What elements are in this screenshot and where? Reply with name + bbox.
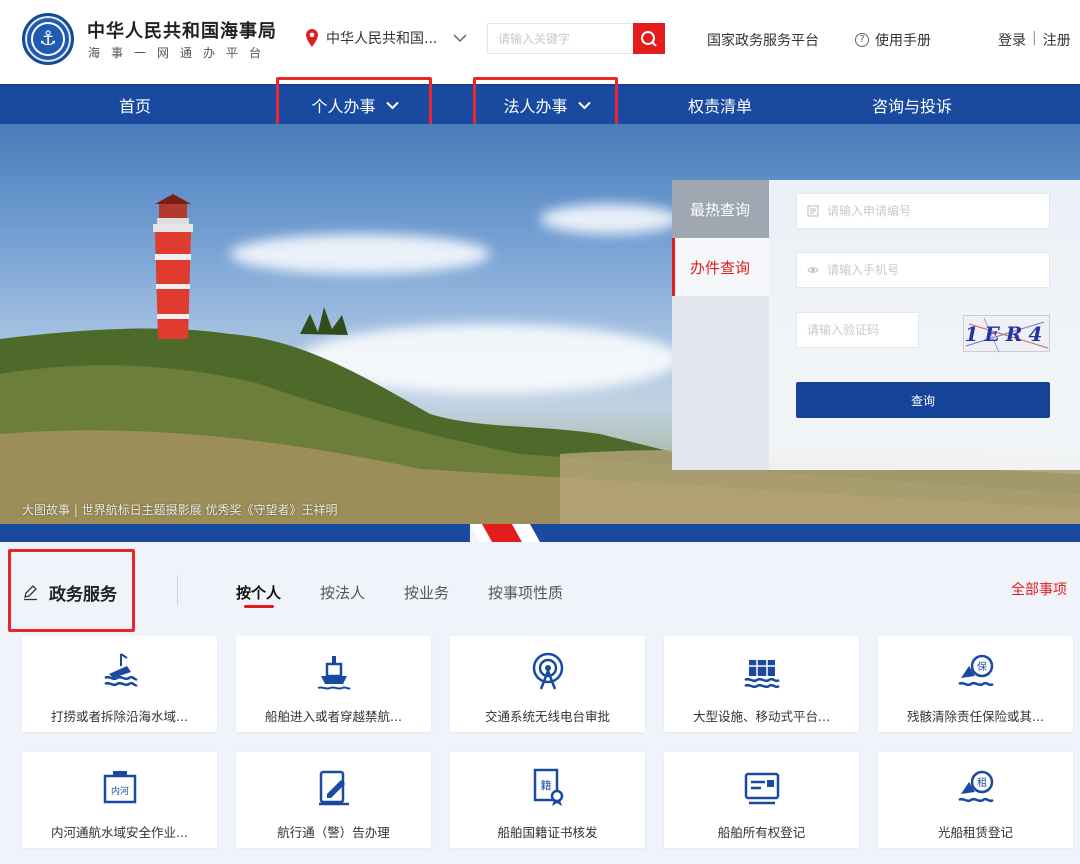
radio-station-icon: [532, 652, 564, 690]
service-card-label: 大型设施、移动式平台...: [693, 709, 830, 724]
service-card[interactable]: 保 残骸清除责任保险或其...: [878, 636, 1073, 732]
lighthouse-image: [153, 194, 193, 339]
document-icon: [807, 205, 819, 217]
service-card-label: 光船租赁登记: [937, 825, 1013, 840]
tab-by-business[interactable]: 按业务: [404, 582, 449, 603]
tab-by-legal-person[interactable]: 按法人: [320, 582, 365, 603]
svg-text:内河: 内河: [111, 785, 129, 797]
anchor-icon: ⚓: [39, 26, 57, 50]
service-card[interactable]: 内河 内河通航水域安全作业...: [22, 752, 217, 848]
location-selector[interactable]: 中华人民共和国...: [306, 26, 467, 50]
help-icon: ?: [855, 33, 869, 47]
application-no-field: [796, 193, 1050, 229]
eye-icon: [807, 267, 819, 273]
highlight-box-services: [8, 549, 135, 632]
search-icon: [641, 30, 657, 47]
platform-icon: [744, 660, 780, 689]
decorative-stripe-graphic: [0, 524, 1080, 542]
gov-platform-link[interactable]: 国家政务服务平台: [707, 30, 819, 50]
service-card-label: 船舶进入或者穿越禁航...: [265, 709, 402, 724]
captcha-input[interactable]: [807, 323, 918, 337]
location-pin-icon: [306, 29, 318, 47]
svg-text:保: 保: [977, 660, 987, 673]
search-box: [487, 23, 665, 54]
captcha-field: [796, 312, 919, 348]
service-card[interactable]: 船舶所有权登记: [664, 752, 859, 848]
tab-hot-query[interactable]: 最热查询: [672, 180, 769, 238]
nav-responsibility-label: 权责清单: [687, 97, 752, 116]
certificate-icon: 籍: [533, 768, 564, 806]
service-card-label: 船舶国籍证书核发: [497, 825, 598, 840]
tab-hot-query-label: 最热查询: [690, 200, 751, 219]
top-header: ⚓ 中华人民共和国海事局 海事一网通办平台 中华人民共和国... 国家政务服务平…: [0, 0, 1080, 84]
insurance-icon: 保: [958, 654, 994, 687]
service-card[interactable]: 交通系统无线电台审批: [450, 636, 645, 732]
login-link[interactable]: 登录: [998, 30, 1026, 50]
tab-by-individual[interactable]: 按个人: [236, 582, 281, 603]
phone-input[interactable]: [827, 263, 1049, 277]
service-card-label: 船舶所有权登记: [717, 825, 806, 840]
service-card[interactable]: 租 光船租赁登记: [878, 752, 1073, 848]
svg-text:籍: 籍: [541, 778, 552, 792]
query-button[interactable]: 查询: [796, 382, 1050, 418]
active-tab-underline: [244, 605, 274, 608]
service-card[interactable]: 籍 船舶国籍证书核发: [450, 752, 645, 848]
service-card[interactable]: 航行通（警）告办理: [236, 752, 431, 848]
auth-separator: |: [1032, 30, 1037, 46]
nav-home-label: 首页: [118, 97, 151, 116]
service-card-label: 残骸清除责任保险或其...: [907, 709, 1044, 724]
inland-river-icon: 内河: [103, 771, 137, 804]
nav-responsibility-list[interactable]: 权责清单: [625, 86, 815, 124]
service-card-label: 内河通航水域安全作业...: [51, 825, 188, 840]
services-divider: [177, 575, 178, 605]
ship-icon: [317, 656, 351, 690]
msa-logo[interactable]: ⚓: [22, 13, 74, 65]
service-card[interactable]: 打捞或者拆除沿海水域...: [22, 636, 217, 732]
query-tabs: 最热查询 办件查询: [672, 180, 769, 470]
nav-consult-complaint[interactable]: 咨询与投诉: [817, 86, 1007, 124]
register-link[interactable]: 注册: [1043, 30, 1071, 50]
brand-title: 中华人民共和国海事局: [87, 21, 277, 42]
brand-subtitle: 海事一网通办平台: [88, 46, 273, 60]
captcha-image[interactable]: 1ER4: [963, 315, 1050, 353]
application-no-input[interactable]: [827, 204, 1049, 218]
charter-icon: 租: [958, 770, 994, 803]
photo-caption: 大图故事 | 世界航标日主题摄影展 优秀奖《守望者》王祥明: [22, 503, 338, 517]
search-input[interactable]: [488, 24, 635, 53]
auth-links: 登录 | 注册: [998, 30, 1071, 50]
captcha-text: 1ER4: [964, 322, 1049, 346]
search-button[interactable]: [633, 23, 665, 54]
manual-label: 使用手册: [875, 33, 931, 49]
location-label: 中华人民共和国...: [326, 31, 438, 47]
tab-case-query-label: 办件查询: [690, 258, 751, 277]
nav-home[interactable]: 首页: [40, 86, 230, 124]
tab-by-nature[interactable]: 按事项性质: [488, 582, 563, 603]
service-card-label: 交通系统无线电台审批: [484, 709, 610, 724]
all-items-link[interactable]: 全部事项: [1011, 579, 1067, 599]
nav-consult-label: 咨询与投诉: [871, 97, 952, 116]
manual-link[interactable]: ? 使用手册: [855, 30, 931, 50]
service-card-label: 打捞或者拆除沿海水域...: [51, 709, 188, 724]
notice-icon: [319, 770, 349, 806]
service-card[interactable]: 大型设施、移动式平台...: [664, 636, 859, 732]
service-card-label: 航行通（警）告办理: [277, 825, 390, 840]
ownership-icon: [744, 772, 780, 805]
salvage-icon: [104, 653, 138, 687]
service-card[interactable]: 船舶进入或者穿越禁航...: [236, 636, 431, 732]
svg-text:租: 租: [977, 776, 987, 789]
tab-case-query[interactable]: 办件查询: [672, 238, 769, 296]
phone-field: [796, 252, 1050, 288]
chevron-down-icon: [453, 34, 467, 43]
